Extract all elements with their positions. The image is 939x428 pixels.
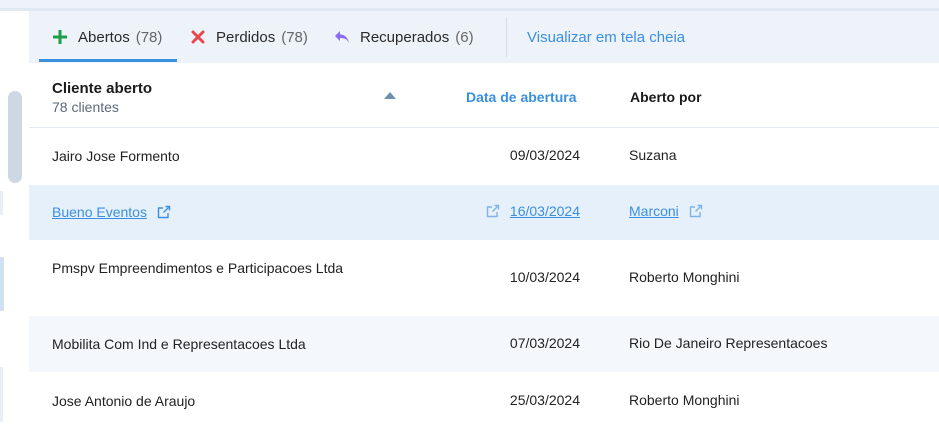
external-link-icon[interactable] (157, 205, 171, 224)
table-header: Cliente aberto 78 clientes Data de abert… (29, 63, 939, 128)
tabs-bar: Abertos (78) Perdidos (78) Recuperados (… (29, 11, 939, 63)
tab-count: (6) (455, 28, 474, 46)
client-link[interactable]: Bueno Eventos (52, 204, 147, 220)
tab-abertos[interactable]: Abertos (78) (51, 11, 162, 63)
x-icon (189, 28, 207, 46)
clients-table: Cliente aberto 78 clientes Data de abert… (29, 63, 939, 428)
left-panel-item (0, 367, 3, 422)
tab-label: Perdidos (216, 28, 276, 46)
opened-by: Roberto Monghini (629, 269, 740, 285)
plus-icon (51, 28, 69, 46)
table-row[interactable]: Jose Antonio de Araujo 25/03/2024 Robert… (29, 373, 939, 428)
left-panel-scrollbar[interactable] (8, 91, 22, 183)
tab-label: Recuperados (360, 28, 450, 46)
opened-by: Suzana (629, 147, 677, 163)
left-panel-selected-item[interactable] (0, 257, 4, 311)
tab-perdidos[interactable]: Perdidos (78) (189, 11, 308, 63)
client-name: Jairo Jose Formento (52, 148, 180, 164)
date-link[interactable]: 16/03/2024 (510, 203, 580, 219)
column-header-date[interactable]: Data de abertura (466, 89, 576, 105)
table-row[interactable]: Pmspv Empreendimentos e Participacoes Lt… (29, 241, 939, 315)
table-row[interactable]: Bueno Eventos 16/03/2024 Marconi (29, 185, 939, 240)
client-name: Mobilita Com Ind e Representacoes Ltda (52, 336, 306, 352)
tab-label: Abertos (78, 28, 130, 46)
opened-by: Roberto Monghini (629, 392, 740, 408)
date-cell: 16/03/2024 (486, 203, 580, 221)
external-link-icon[interactable] (486, 204, 500, 221)
opened-by: Rio De Janeiro Representacoes (629, 335, 828, 351)
sort-ascending-icon[interactable] (384, 92, 396, 99)
opening-date: 07/03/2024 (509, 335, 580, 351)
opening-date: 10/03/2024 (509, 269, 580, 285)
reply-arrow-icon (333, 28, 351, 46)
table-row[interactable]: Jairo Jose Formento 09/03/2024 Suzana (29, 128, 939, 184)
tab-recuperados[interactable]: Recuperados (6) (333, 11, 474, 63)
active-tab-indicator (39, 59, 177, 62)
left-panel (0, 11, 30, 428)
fullscreen-link[interactable]: Visualizar em tela cheia (527, 11, 685, 63)
tab-count: (78) (135, 28, 163, 46)
external-link-icon[interactable] (689, 204, 703, 221)
column-header-opened-by[interactable]: Aberto por (630, 89, 702, 105)
tab-count: (78) (281, 28, 308, 46)
client-count: 78 clientes (52, 99, 119, 115)
opening-date: 09/03/2024 (509, 147, 580, 163)
client-name: Pmspv Empreendimentos e Participacoes Lt… (52, 260, 344, 276)
column-header-client[interactable]: Cliente aberto (52, 80, 152, 97)
client-cell: Bueno Eventos (52, 203, 352, 224)
opened-by-link[interactable]: Marconi (629, 203, 679, 219)
table-row[interactable]: Mobilita Com Ind e Representacoes Ltda 0… (29, 316, 939, 372)
left-panel-item (0, 191, 3, 215)
client-name: Jose Antonio de Araujo (52, 393, 196, 409)
tabs-divider (506, 17, 507, 57)
opened-by-cell: Marconi (629, 203, 703, 221)
opening-date: 25/03/2024 (509, 392, 580, 408)
